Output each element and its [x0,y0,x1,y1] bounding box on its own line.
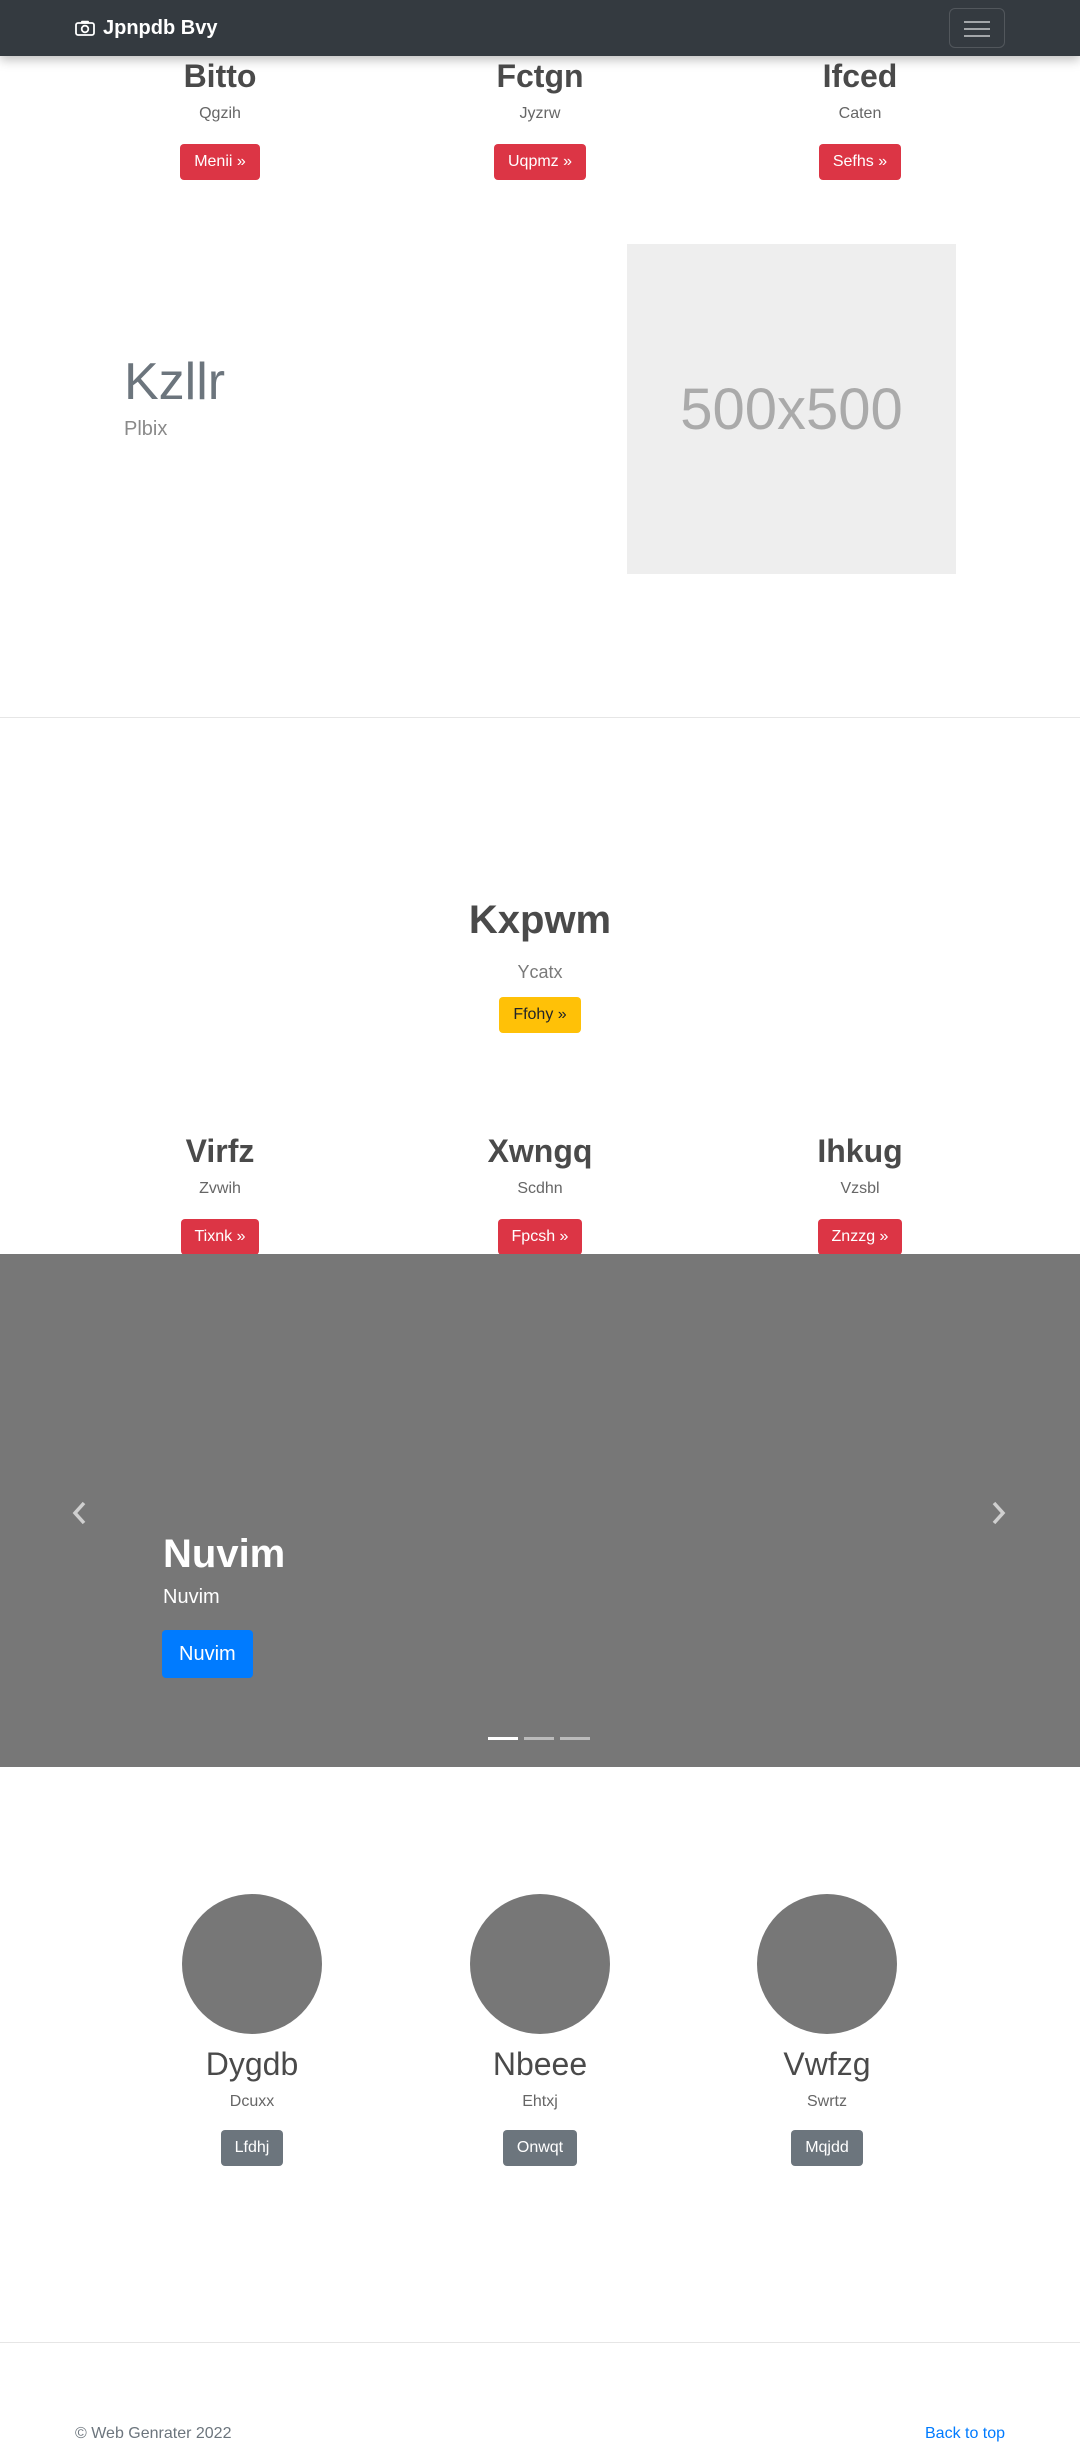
carousel-indicator[interactable] [524,1737,554,1740]
back-to-top-link[interactable]: Back to top [925,2425,1005,2443]
footer-copyright: © Web Genrater 2022 [75,2425,232,2442]
jumbotron-button[interactable]: Ffohy » [499,997,581,1033]
mid-column: Virfz Zvwih Tixnk » [40,1131,400,1255]
avatar [182,1894,322,2034]
person-button[interactable]: Mqjdd [791,2130,863,2166]
carousel: Nuvim Nuvim Nuvim [0,1254,1080,1767]
feature-heading: Kzllr [124,353,226,411]
column-title: Xwngq [487,1133,593,1169]
chevron-left-icon[interactable] [70,1500,88,1526]
column-title: Ihkug [817,1133,903,1169]
column-subtitle: Zvwih [199,1180,241,1197]
divider [0,2342,1080,2343]
column-button[interactable]: Uqpmz » [493,144,587,180]
carousel-button[interactable]: Nuvim [162,1630,253,1678]
carousel-indicator[interactable] [488,1737,518,1740]
chevron-right-icon[interactable] [990,1500,1008,1526]
navbar-toggler-button[interactable] [949,8,1005,48]
person-button[interactable]: Onwqt [502,2130,578,2166]
carousel-indicators [488,1737,590,1740]
top-column: Ifced Caten Sefhs » [680,56,1040,180]
mid-column: Ihkug Vzsbl Znzzg » [680,1131,1040,1255]
carousel-caption-text: Nuvim [163,1586,220,1608]
column-subtitle: Vzsbl [840,1180,880,1197]
top-column: Bitto Qgzih Menii » [40,56,400,180]
jumbotron-subtitle: Ycatx [517,962,563,982]
person-button[interactable]: Lfdhj [220,2130,284,2166]
column-subtitle: Qgzih [199,105,241,122]
column-button[interactable]: Fpcsh » [497,1219,583,1255]
column-subtitle: Jyzrw [519,105,561,122]
column-button[interactable]: Tixnk » [180,1219,260,1255]
top-column: Fctgn Jyzrw Uqpmz » [360,56,720,180]
jumbotron: Kxpwm Ycatx Ffohy » [0,896,1080,1033]
carousel-caption-title: Nuvim [163,1532,286,1576]
camera-icon [75,20,95,36]
brand-label: Jpnpdb Bvy [103,16,218,39]
person-card: Vwfzg Swrtz Mqjdd [647,1894,1007,2166]
person-name: Vwfzg [783,2046,871,2082]
placeholder-image-label: 500x500 [680,376,903,442]
navbar: Jpnpdb Bvy [0,0,1080,56]
person-subtitle: Swrtz [807,2093,847,2110]
column-subtitle: Caten [838,105,882,122]
avatar [470,1894,610,2034]
column-button[interactable]: Sefhs » [818,144,902,180]
carousel-indicator[interactable] [560,1737,590,1740]
column-subtitle: Scdhn [517,1180,563,1197]
placeholder-image: 500x500 [627,244,956,574]
column-title: Fctgn [496,58,584,94]
column-title: Ifced [822,58,898,94]
jumbotron-title: Kxpwm [468,898,612,942]
column-title: Virfz [185,1133,255,1169]
avatar [757,1894,897,2034]
column-title: Bitto [183,58,257,94]
divider [0,717,1080,718]
feature-subheading: Plbix [124,418,168,440]
column-button[interactable]: Znzzg » [817,1219,903,1255]
navbar-brand[interactable]: Jpnpdb Bvy [75,14,217,42]
column-button[interactable]: Menii » [180,144,260,180]
mid-column: Xwngq Scdhn Fpcsh » [360,1131,720,1255]
